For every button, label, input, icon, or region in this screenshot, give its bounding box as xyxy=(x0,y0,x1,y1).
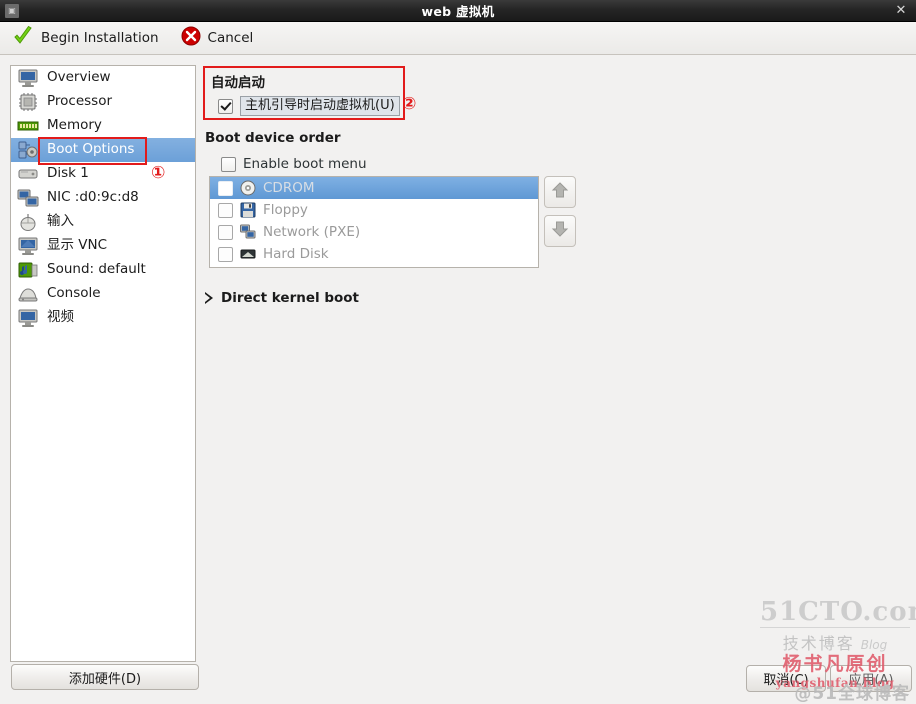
enable-boot-menu-checkbox[interactable] xyxy=(221,156,236,172)
sidebar-item-label: Processor xyxy=(47,93,113,110)
boot-device-row-hard-disk[interactable]: Hard Disk xyxy=(210,243,538,265)
sidebar-item-label: Memory xyxy=(47,117,102,134)
sidebar-item-overview[interactable]: Overview xyxy=(11,66,195,90)
autostart-title: 自动启动 xyxy=(211,75,265,91)
add-hardware-button[interactable]: 添加硬件(D) xyxy=(11,664,199,690)
boot-device-label: Floppy xyxy=(263,202,308,218)
sidebar-item-boot-options[interactable]: Boot Options xyxy=(11,137,195,165)
disk-icon xyxy=(17,164,39,184)
annotation-2: ② xyxy=(402,94,417,114)
cancel-toolbar-label: Cancel xyxy=(207,30,254,46)
apply-button[interactable]: 应用(A) xyxy=(830,665,912,692)
close-icon[interactable]: ✕ xyxy=(892,3,910,19)
sidebar-item-nic[interactable]: NIC :d0:9c:d8 xyxy=(11,186,195,210)
sidebar-item-sound[interactable]: Sound: default xyxy=(11,258,195,282)
move-up-button[interactable] xyxy=(544,176,576,208)
sidebar-item-label: Disk 1 xyxy=(47,165,89,182)
floppy-icon xyxy=(240,202,256,218)
sidebar-item-label: Sound: default xyxy=(47,261,146,278)
cdrom-icon xyxy=(240,180,256,196)
begin-installation-button[interactable]: Begin Installation xyxy=(8,23,163,53)
window-titlebar: ▣ web 虚拟机 ✕ xyxy=(0,0,916,22)
console-icon xyxy=(17,284,39,304)
boot-device-label: Network (PXE) xyxy=(263,224,361,240)
autostart-checkbox-label: 主机引导时启动虚拟机(U) xyxy=(240,96,400,117)
chevron-right-icon xyxy=(204,291,213,305)
boot-gear-icon xyxy=(17,140,39,160)
boot-device-label: Hard Disk xyxy=(263,246,329,262)
checkmark-icon xyxy=(12,25,34,51)
enable-boot-menu-label: Enable boot menu xyxy=(243,156,367,172)
cancel-toolbar-button[interactable]: Cancel xyxy=(177,24,258,52)
monitor-icon xyxy=(17,68,39,88)
network-icon xyxy=(17,188,39,208)
sidebar-item-processor[interactable]: Processor xyxy=(11,90,195,114)
sidebar-item-label: 视频 xyxy=(47,309,74,326)
harddisk-icon xyxy=(240,246,256,262)
sidebar-item-input[interactable]: 输入 xyxy=(11,210,195,234)
sidebar-item-label: Console xyxy=(47,285,101,302)
boot-device-checkbox[interactable] xyxy=(218,180,233,196)
network-pxe-icon xyxy=(240,224,256,240)
boot-device-checkbox[interactable] xyxy=(218,224,233,240)
window-title: web 虚拟机 xyxy=(421,4,495,19)
boot-device-order-title: Boot device order xyxy=(205,130,341,146)
boot-device-row-cdrom[interactable]: CDROM xyxy=(210,177,538,199)
sidebar-item-label: NIC :d0:9c:d8 xyxy=(47,189,139,206)
boot-device-label: CDROM xyxy=(263,180,315,196)
arrow-down-icon xyxy=(551,220,569,242)
sidebar-item-video[interactable]: 视频 xyxy=(11,306,195,330)
dialog-button-bar: 添加硬件(D) 取消(C) 应用(A) xyxy=(0,662,916,698)
annotation-1: ① xyxy=(151,163,166,183)
cancel-circle-icon xyxy=(181,26,201,50)
memory-icon xyxy=(17,116,39,136)
autostart-checkbox[interactable] xyxy=(218,98,233,114)
cpu-icon xyxy=(17,92,39,112)
mouse-icon xyxy=(17,212,39,232)
sidebar-item-memory[interactable]: Memory xyxy=(11,114,195,138)
sidebar-item-label: 输入 xyxy=(47,213,74,230)
sound-icon xyxy=(17,260,39,280)
content-area: Overview Processor Memory Boot Options D… xyxy=(0,54,916,662)
boot-device-row-floppy[interactable]: Floppy xyxy=(210,199,538,221)
boot-device-checkbox[interactable] xyxy=(218,202,233,218)
begin-installation-label: Begin Installation xyxy=(41,30,159,46)
direct-kernel-boot-expander[interactable]: Direct kernel boot xyxy=(204,290,359,306)
boot-options-panel: 自动启动 主机引导时启动虚拟机(U) ② Boot device order E… xyxy=(196,54,916,662)
sidebar-item-display-vnc[interactable]: 显示 VNC xyxy=(11,234,195,258)
direct-kernel-boot-label: Direct kernel boot xyxy=(221,290,359,306)
sidebar-item-label: 显示 VNC xyxy=(47,237,108,254)
autostart-checkbox-row[interactable]: 主机引导时启动虚拟机(U) xyxy=(218,96,400,117)
cancel-button[interactable]: 取消(C) xyxy=(746,665,826,692)
sidebar-item-console[interactable]: Console xyxy=(11,282,195,306)
sidebar-item-label: Boot Options xyxy=(47,141,135,158)
sidebar-item-disk-1[interactable]: Disk 1 ① xyxy=(11,162,195,186)
boot-device-checkbox[interactable] xyxy=(218,246,233,262)
arrow-up-icon xyxy=(551,181,569,203)
enable-boot-menu-row[interactable]: Enable boot menu xyxy=(221,156,367,172)
hardware-sidebar[interactable]: Overview Processor Memory Boot Options D… xyxy=(10,65,196,662)
boot-device-row-network-pxe[interactable]: Network (PXE) xyxy=(210,221,538,243)
move-down-button[interactable] xyxy=(544,215,576,247)
boot-order-move-buttons xyxy=(544,176,576,247)
boot-device-list[interactable]: CDROM Floppy Network (PXE) Hard Disk xyxy=(209,176,539,268)
main-toolbar: Begin Installation Cancel xyxy=(0,22,916,55)
video-icon xyxy=(17,308,39,328)
display-icon xyxy=(17,236,39,256)
sidebar-item-label: Overview xyxy=(47,69,111,86)
